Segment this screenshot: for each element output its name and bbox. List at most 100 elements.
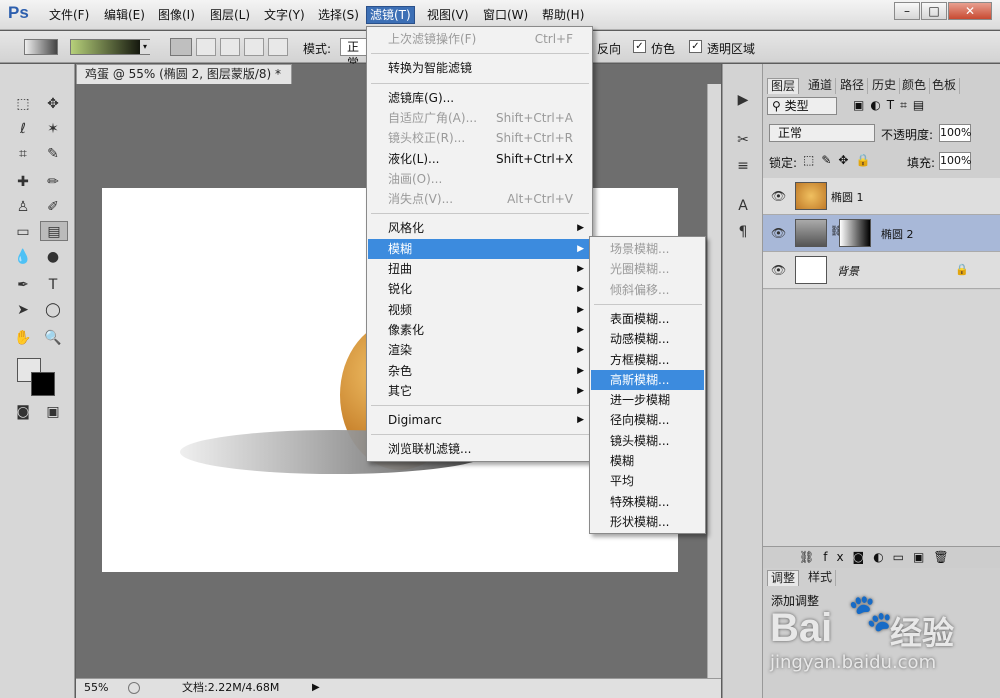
layer-row-selected[interactable]: 👁 ⛓ 椭圆 2 [763, 215, 1000, 252]
blend-mode-select[interactable]: 正常 [769, 124, 875, 142]
vertical-scrollbar[interactable] [707, 84, 721, 678]
eyedropper-tool-icon[interactable]: ✎ [42, 144, 64, 164]
layer-filter-select[interactable]: ⚲ 类型 [767, 97, 837, 115]
eye-icon[interactable]: 👁 [771, 263, 786, 277]
blur-submenu-item[interactable]: 高斯模糊... [591, 369, 704, 390]
layer-actions-icons[interactable]: ⛓fx◙◐▭▣🗑 [763, 546, 1000, 568]
blur-submenu-item[interactable]: 模糊 [591, 451, 704, 471]
hand-tool-icon[interactable]: ✋ [12, 328, 34, 348]
blur-submenu-item[interactable]: 平均 [591, 471, 704, 491]
marquee-tool-icon[interactable]: ⬚ [12, 94, 34, 114]
menu-filter[interactable]: 滤镜(T) [366, 6, 415, 24]
history-brush-tool-icon[interactable]: ✐ [42, 197, 64, 217]
chevron-down-icon[interactable]: ▾ [140, 40, 150, 54]
pen-tool-icon[interactable]: ✒ [12, 275, 34, 295]
tab-styles[interactable]: 样式 [805, 570, 837, 586]
tab-layers[interactable]: 图层 [767, 78, 800, 94]
dodge-tool-icon[interactable]: ● [42, 247, 64, 267]
crop-tool-icon[interactable]: ⌗ [12, 144, 34, 164]
blur-submenu-item[interactable]: 方框模糊... [591, 350, 704, 370]
play-action-icon[interactable]: ▶ [732, 90, 754, 110]
filter-menu-item[interactable]: 浏览联机滤镜... [368, 439, 591, 459]
gradient-tool-icon[interactable] [24, 39, 58, 55]
blur-submenu-item[interactable]: 表面模糊... [591, 309, 704, 329]
document-tab[interactable]: 鸡蛋 @ 55% (椭圆 2, 图层蒙版/8) * [76, 64, 292, 84]
type-tool-icon[interactable]: T [42, 275, 64, 295]
angle-gradient-button[interactable] [220, 38, 240, 56]
status-arrow-icon[interactable]: ▶ [312, 679, 320, 697]
menu-type[interactable]: 文字(Y) [261, 7, 308, 25]
menu-edit[interactable]: 编辑(E) [101, 7, 148, 25]
magic-wand-tool-icon[interactable]: ✶ [42, 119, 64, 139]
blur-submenu-item[interactable]: 动感模糊... [591, 329, 704, 349]
filter-menu-item[interactable]: Digimarc ▶ [368, 410, 591, 430]
eye-icon[interactable]: 👁 [771, 189, 786, 203]
tab-swatches[interactable]: 色板 [929, 78, 961, 94]
character-panel-icon[interactable]: A [732, 196, 754, 216]
tool-presets-icon[interactable]: ✂ [732, 130, 754, 150]
eye-icon[interactable]: 👁 [771, 226, 786, 240]
filter-menu-item[interactable]: 滤镜库(G)... [368, 88, 591, 108]
zoom-level[interactable]: 55% [84, 679, 108, 697]
lasso-tool-icon[interactable]: ℓ [12, 119, 34, 139]
paragraph-panel-icon[interactable]: ¶ [732, 222, 754, 242]
status-info-icon[interactable] [128, 682, 140, 694]
menu-select[interactable]: 选择(S) [315, 7, 362, 25]
ellipse-tool-icon[interactable]: ◯ [42, 300, 64, 320]
filter-menu-item[interactable]: 液化(L)... Shift+Ctrl+X [368, 149, 591, 169]
filter-menu-item[interactable]: 转换为智能滤镜 [368, 58, 591, 78]
zoom-tool-icon[interactable]: 🔍 [42, 328, 64, 348]
brush-tool-icon[interactable]: ✏ [42, 172, 64, 192]
gradient-tool-selected-icon[interactable]: ▤ [40, 221, 68, 241]
mode-select[interactable]: 正常 [340, 38, 368, 70]
opacity-input[interactable]: 100% [939, 124, 971, 142]
filter-menu-item[interactable]: 渲染 ▶ [368, 340, 591, 360]
tab-history[interactable]: 历史 [869, 78, 901, 94]
reflected-gradient-button[interactable] [244, 38, 264, 56]
layer-row[interactable]: 👁 背景 🔒 [763, 252, 1000, 289]
filter-menu-item[interactable]: 锐化 ▶ [368, 279, 591, 299]
layer-row[interactable]: 👁 椭圆 1 [763, 178, 1000, 215]
menu-window[interactable]: 窗口(W) [480, 7, 531, 25]
screen-mode-icon[interactable]: ▣ [42, 402, 64, 422]
blur-submenu-item[interactable]: 特殊模糊... [591, 492, 704, 512]
minimize-button[interactable]: – [894, 2, 920, 20]
gradient-picker[interactable] [70, 39, 150, 55]
quick-mask-icon[interactable]: ◙ [12, 402, 34, 422]
close-button[interactable]: ✕ [948, 2, 992, 20]
tab-color[interactable]: 颜色 [899, 78, 931, 94]
menu-file[interactable]: 文件(F) [46, 7, 92, 25]
radial-gradient-button[interactable] [196, 38, 216, 56]
filter-menu-item[interactable]: 杂色 ▶ [368, 361, 591, 381]
background-color-swatch[interactable] [31, 372, 55, 396]
filter-menu-item[interactable]: 模糊 ▶ [368, 238, 591, 259]
menu-help[interactable]: 帮助(H) [539, 7, 587, 25]
layer-filter-icons[interactable]: ▣◐T⌗▤ [853, 98, 930, 113]
tab-channels[interactable]: 通道 [805, 78, 837, 94]
brush-presets-icon[interactable]: ≡ [732, 156, 754, 176]
path-selection-tool-icon[interactable]: ➤ [12, 300, 34, 320]
filter-menu-item[interactable]: 其它 ▶ [368, 381, 591, 401]
move-tool-icon[interactable]: ✥ [42, 94, 64, 114]
lock-icons[interactable]: ⬚✎✥🔒 [803, 153, 877, 167]
diamond-gradient-button[interactable] [268, 38, 288, 56]
filter-menu-item[interactable]: 扭曲 ▶ [368, 259, 591, 279]
healing-brush-tool-icon[interactable]: ✚ [12, 172, 34, 192]
blur-submenu-item[interactable]: 径向模糊... [591, 410, 704, 430]
menu-layer[interactable]: 图层(L) [207, 7, 253, 25]
dither-checkbox[interactable]: ✓ [633, 40, 646, 53]
linear-gradient-button[interactable] [170, 38, 192, 56]
menu-view[interactable]: 视图(V) [424, 7, 472, 25]
menu-image[interactable]: 图像(I) [155, 7, 198, 25]
transparency-checkbox[interactable]: ✓ [689, 40, 702, 53]
tab-adjustments[interactable]: 调整 [767, 570, 800, 586]
layer-mask-thumbnail[interactable] [839, 219, 871, 247]
fill-input[interactable]: 100% [939, 152, 971, 170]
blur-submenu-item[interactable]: 镜头模糊... [591, 431, 704, 451]
eraser-tool-icon[interactable]: ▭ [12, 222, 34, 242]
tab-paths[interactable]: 路径 [837, 78, 869, 94]
filter-menu-item[interactable]: 风格化 ▶ [368, 218, 591, 238]
blur-submenu-item[interactable]: 进一步模糊 [591, 390, 704, 410]
maximize-button[interactable]: □ [921, 2, 947, 20]
filter-menu-item[interactable]: 像素化 ▶ [368, 320, 591, 340]
